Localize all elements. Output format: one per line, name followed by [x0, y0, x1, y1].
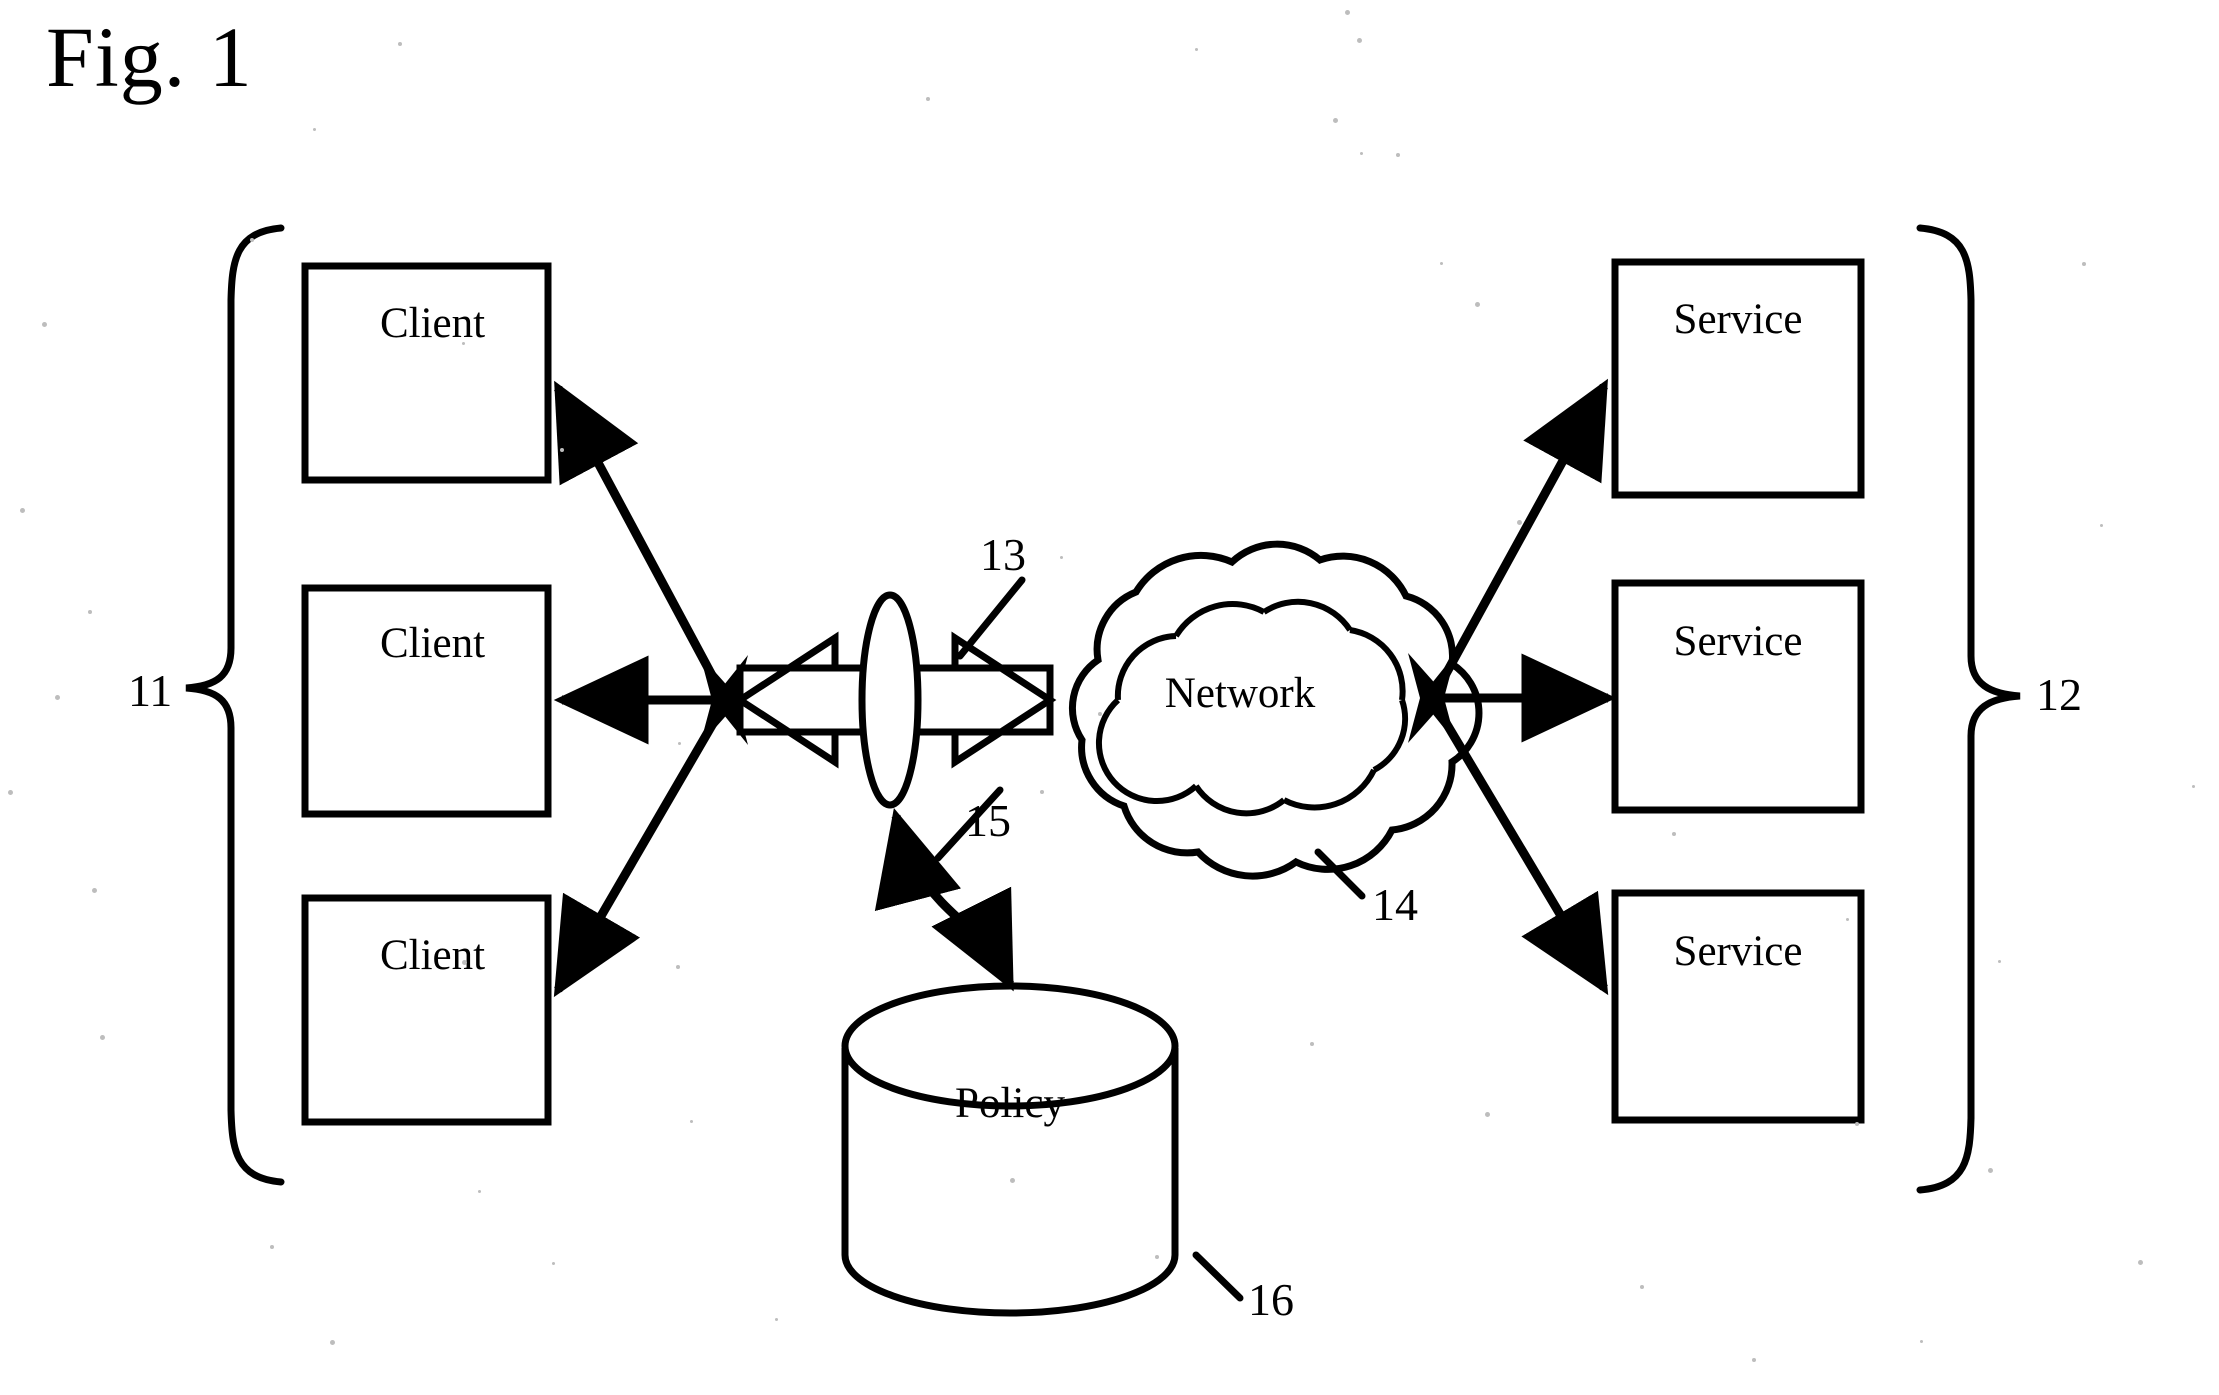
scan-speck — [1920, 1340, 1923, 1343]
scan-speck — [1195, 48, 1198, 51]
reference-numeral-12: 12 — [2036, 669, 2082, 720]
scan-speck — [92, 888, 97, 893]
client-box-1[interactable] — [301, 262, 552, 484]
client-box-3-label: Client — [379, 932, 486, 979]
scan-speck — [1672, 832, 1676, 836]
reference-numeral-11: 11 — [128, 665, 173, 716]
policy-store[interactable] — [841, 982, 1179, 1317]
scan-speck — [560, 448, 564, 452]
scan-speck — [678, 742, 681, 745]
scan-speck — [1855, 1122, 1859, 1126]
scan-speck — [1360, 152, 1363, 155]
reference-numeral-15: 15 — [965, 795, 1011, 846]
scan-speck — [1060, 556, 1063, 559]
scan-speck — [1988, 1168, 1993, 1173]
scan-speck — [1040, 790, 1044, 794]
scan-speck — [8, 790, 13, 795]
reference-numeral-13: 13 — [980, 529, 1026, 580]
client-hub-connections — [553, 380, 748, 998]
scan-speck — [42, 322, 47, 327]
scan-speck — [1998, 960, 2001, 963]
service-box-3-label: Service — [1673, 928, 1803, 975]
scan-speck — [100, 1035, 105, 1040]
scan-speck — [1333, 118, 1338, 123]
scan-speck — [270, 1245, 274, 1249]
scan-speck — [398, 42, 402, 46]
policy-store-label: Policy — [955, 1080, 1065, 1127]
service-box-2-label: Service — [1673, 618, 1803, 665]
scan-speck — [690, 1120, 693, 1123]
scan-speck — [250, 238, 254, 242]
scan-speck — [55, 695, 60, 700]
scan-speck — [775, 1318, 778, 1321]
scan-speck — [478, 1190, 481, 1193]
scan-speck — [2192, 785, 2195, 788]
scan-speck — [1517, 520, 1522, 525]
scan-speck — [1155, 1255, 1159, 1259]
reference-numeral-14: 14 — [1372, 879, 1418, 930]
scan-speck — [313, 128, 316, 131]
client-box-2-label: Client — [379, 620, 486, 667]
service-box-1-label: Service — [1673, 296, 1803, 343]
scan-speck — [1640, 1285, 1644, 1289]
scan-speck — [1475, 302, 1480, 307]
service-hub-connections — [1408, 378, 1617, 996]
scan-speck — [1010, 1178, 1015, 1183]
scan-speck — [676, 965, 680, 969]
scan-speck — [88, 610, 92, 614]
scan-speck — [462, 342, 465, 345]
scan-speck — [462, 960, 467, 965]
reference-numeral-16: 16 — [1248, 1274, 1294, 1325]
figure-root: Fig. 1 Client Client Client Service Serv… — [0, 0, 2219, 1395]
scan-speck — [1098, 712, 1102, 716]
scan-speck — [2100, 524, 2103, 527]
scan-speck — [1396, 153, 1400, 157]
scan-speck — [1846, 918, 1849, 921]
scan-speck — [1357, 38, 1362, 43]
client-group-brace — [185, 224, 285, 1186]
scan-speck — [20, 508, 25, 513]
gateway-ellipse[interactable] — [858, 591, 922, 809]
scan-speck — [1440, 262, 1443, 265]
scan-speck — [1485, 1112, 1490, 1117]
scan-speck — [1345, 10, 1350, 15]
service-group-brace — [1916, 224, 2021, 1194]
scan-speck — [2138, 1260, 2143, 1265]
client-box-1-label: Client — [379, 300, 486, 347]
network-cloud-label: Network — [1164, 670, 1316, 717]
scan-speck — [552, 1262, 555, 1265]
scan-speck — [926, 97, 930, 101]
scan-speck — [2082, 262, 2086, 266]
scan-speck — [1310, 1042, 1314, 1046]
scan-speck — [1752, 1358, 1756, 1362]
scan-speck — [330, 1340, 335, 1345]
